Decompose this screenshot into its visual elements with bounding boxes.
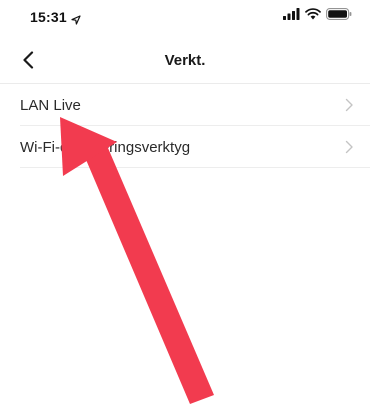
chevron-right-icon <box>344 140 354 154</box>
list-item-wifi-detection[interactable]: Wi-Fi-detekteringsverktyg <box>0 126 370 168</box>
status-time: 15:31 <box>30 9 67 25</box>
status-indicators <box>283 7 352 25</box>
arrow-shaft <box>84 141 214 404</box>
wifi-icon <box>305 7 321 25</box>
list-item-label: Wi-Fi-detekteringsverktyg <box>20 138 191 156</box>
list-item-lan-live[interactable]: LAN Live <box>0 84 370 126</box>
screen: 15:31 Verkt. LAN Live Wi-Fi-detekterings… <box>0 0 370 408</box>
list-item-label: LAN Live <box>20 96 81 114</box>
row-divider <box>20 167 370 168</box>
navigation-bar: Verkt. <box>0 40 370 84</box>
chevron-right-icon <box>344 98 354 112</box>
status-time-group: 15:31 <box>30 8 81 26</box>
battery-icon <box>326 7 352 25</box>
tools-list: LAN Live Wi-Fi-detekteringsverktyg <box>0 84 370 168</box>
cellular-signal-icon <box>283 7 300 25</box>
status-bar: 15:31 <box>0 0 370 36</box>
page-title: Verkt. <box>164 52 206 69</box>
location-arrow-icon <box>71 12 81 25</box>
